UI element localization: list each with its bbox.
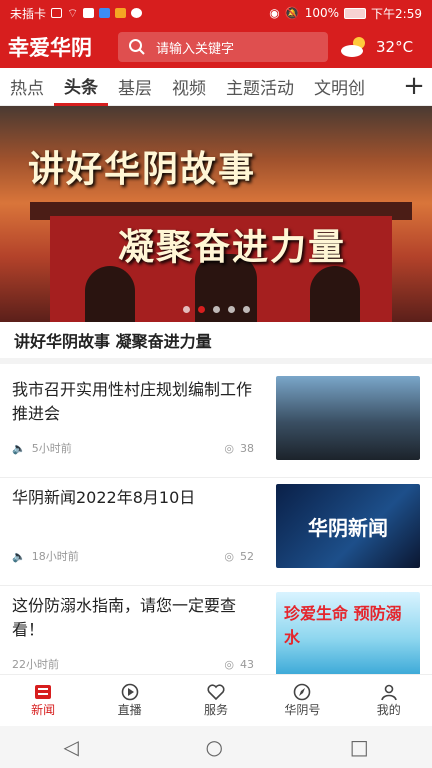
nav-label: 我的 <box>376 703 401 717</box>
app-icon-1 <box>83 8 95 18</box>
tab-video[interactable]: 视频 <box>162 68 216 106</box>
app-logo: 幸爱华阴 <box>8 36 92 60</box>
mute-icon: 🔕 <box>284 6 300 20</box>
gate-arch-left <box>85 266 135 322</box>
banner-caption[interactable]: 讲好华阴故事 凝聚奋进力量 <box>0 322 432 364</box>
back-icon[interactable]: ◁ <box>63 735 78 759</box>
home-icon[interactable]: ○ <box>206 735 223 759</box>
nav-label: 直播 <box>117 703 142 717</box>
view-count: 52 <box>240 549 254 563</box>
gate-arch-right <box>310 266 360 322</box>
nav-live[interactable]: 直播 <box>87 675 173 726</box>
carousel-dot[interactable] <box>213 306 220 313</box>
views-icon: ◎ <box>224 657 234 671</box>
recents-icon[interactable]: □ <box>350 735 369 759</box>
app-header: 幸爱华阴 请输入关键字 32°C <box>0 26 432 68</box>
thumbnail-text: 珍爱生命 预防溺水 <box>284 604 402 647</box>
tab-theme-activities[interactable]: 主题活动 <box>216 68 304 106</box>
category-tabs: 热点 头条 基层 视频 主题活动 文明创 + <box>0 68 432 106</box>
news-time: 22小时前 <box>12 658 59 671</box>
service-icon <box>207 684 225 701</box>
news-meta: 🔈 18小时前 ◎ 52 <box>12 548 254 564</box>
news-item[interactable]: 我市召开实用性村庄规划编制工作推进会 🔈 5小时前 ◎ 38 <box>0 370 432 478</box>
news-meta: 🔈 5小时前 ◎ 38 <box>12 440 254 456</box>
add-channel-icon[interactable]: + <box>402 73 426 99</box>
tab-hot[interactable]: 热点 <box>0 68 54 106</box>
search-input[interactable]: 请输入关键字 <box>118 32 328 62</box>
wifi-icon: ⌔ <box>67 5 79 20</box>
news-icon <box>35 685 52 699</box>
battery-icon <box>344 7 367 19</box>
tab-headlines[interactable]: 头条 <box>54 68 108 106</box>
eye-icon: ◉ <box>269 6 280 20</box>
search-icon <box>129 39 145 55</box>
user-icon <box>380 684 397 701</box>
banner-title-line2: 凝聚奋进力量 <box>118 227 347 268</box>
news-title[interactable]: 这份防溺水指南，请您一定要查看！ <box>12 594 262 642</box>
views-icon: ◎ <box>224 441 234 455</box>
weather-icon <box>341 37 365 57</box>
nav-label: 新闻 <box>31 703 56 717</box>
tab-civilization[interactable]: 文明创 <box>304 68 375 106</box>
news-time: 18小时前 <box>31 550 79 563</box>
bottom-navigation: 新闻 直播 服务 华阴号 我的 <box>0 674 432 726</box>
views-icon: ◎ <box>224 549 234 563</box>
carrier-label: 未插卡 <box>10 6 47 21</box>
system-navigation-bar: ◁ ○ □ <box>0 726 432 768</box>
carousel-indicator <box>183 306 250 313</box>
banner-title-line1: 讲好华阴故事 <box>28 149 257 190</box>
news-title[interactable]: 我市召开实用性村庄规划编制工作推进会 <box>12 378 262 426</box>
carousel-dot[interactable] <box>243 306 250 313</box>
thumbnail-text: 华阴新闻 <box>308 515 388 540</box>
nav-mine[interactable]: 我的 <box>346 675 432 726</box>
battery-percent: 100% <box>304 6 340 20</box>
nav-service[interactable]: 服务 <box>173 675 259 726</box>
app-icon-4 <box>131 8 143 18</box>
app-icon-3 <box>115 8 127 18</box>
carousel-dot[interactable] <box>183 306 190 313</box>
news-meta: 22小时前 ◎ 43 <box>12 656 254 672</box>
audio-icon[interactable]: 🔈 <box>12 442 26 455</box>
carousel-dot[interactable] <box>228 306 235 313</box>
compass-icon <box>294 683 311 701</box>
time: 下午2:59 <box>371 6 422 21</box>
search-placeholder: 请输入关键字 <box>156 41 235 57</box>
status-bar: 未插卡 ⌔ ◉ 🔕 100% 下午2:59 <box>0 0 432 26</box>
featured-banner[interactable]: 讲好华阴故事 凝聚奋进力量 <box>0 106 432 322</box>
sim-icon <box>51 8 63 18</box>
news-item[interactable]: 华阴新闻2022年8月10日 🔈 18小时前 ◎ 52 华阴新闻 <box>0 478 432 586</box>
live-icon <box>121 683 138 701</box>
news-title[interactable]: 华阴新闻2022年8月10日 <box>12 486 262 510</box>
nav-huayinhao[interactable]: 华阴号 <box>259 675 345 726</box>
audio-icon[interactable]: 🔈 <box>12 550 26 563</box>
nav-label: 华阴号 <box>284 703 321 717</box>
video-thumbnail[interactable]: 华阴新闻 <box>276 484 420 568</box>
app-icon-2 <box>99 8 111 18</box>
carousel-dot-active[interactable] <box>198 306 205 313</box>
news-thumbnail[interactable]: 珍爱生命 预防溺水 <box>276 592 420 676</box>
nav-news[interactable]: 新闻 <box>0 675 86 726</box>
news-time: 5小时前 <box>31 442 72 455</box>
view-count: 43 <box>240 657 254 671</box>
weather-widget[interactable]: 32°C <box>338 35 413 59</box>
tab-grassroots[interactable]: 基层 <box>108 68 162 106</box>
view-count: 38 <box>240 441 254 455</box>
temperature: 32°C <box>376 38 414 56</box>
news-thumbnail[interactable] <box>276 376 420 460</box>
nav-label: 服务 <box>203 703 228 717</box>
